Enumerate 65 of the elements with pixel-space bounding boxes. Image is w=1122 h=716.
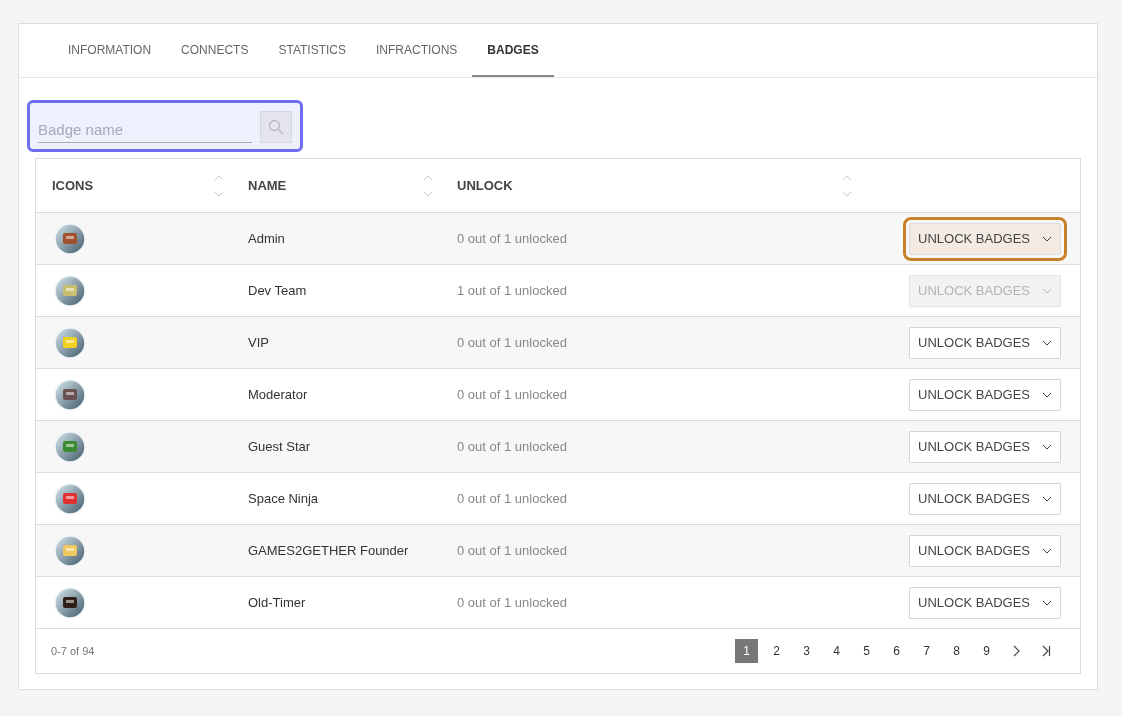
column-header[interactable]: NAME	[248, 175, 287, 196]
chevron-down-icon	[1042, 287, 1052, 294]
sort-icon[interactable]	[423, 173, 433, 198]
unlock-status: 0 out of 1 unlocked	[457, 490, 567, 506]
badge-name: Space Ninja	[248, 490, 319, 506]
column-header[interactable]: ICONS	[52, 175, 94, 196]
unlock-status: 0 out of 1 unlocked	[457, 230, 567, 246]
unlock-status: 0 out of 1 unlocked	[457, 594, 567, 610]
page-button[interactable]: 5	[855, 639, 878, 663]
unlock-badges-dropdown[interactable]: UNLOCK BADGES	[909, 534, 1061, 567]
badge-name: Old-Timer	[248, 594, 306, 610]
last-page-icon	[1042, 645, 1051, 657]
chevron-down-icon	[1042, 495, 1052, 502]
tab[interactable]: CONNECTS	[166, 24, 264, 77]
tab[interactable]: INFRACTIONS	[361, 24, 473, 77]
page-button[interactable]: 1	[735, 639, 758, 663]
page-button[interactable]: 2	[765, 639, 788, 663]
page-button[interactable]: 3	[795, 639, 818, 663]
badge-icon	[54, 534, 86, 567]
badge-name: Admin	[248, 230, 285, 246]
unlock-badges-dropdown[interactable]: UNLOCK BADGES	[909, 482, 1061, 515]
tab[interactable]: INFORMATION	[53, 24, 167, 77]
sort-icon[interactable]	[842, 173, 852, 198]
search-icon	[268, 119, 284, 135]
badge-name: Dev Team	[248, 282, 307, 298]
badge-name: Guest Star	[248, 438, 311, 454]
unlock-badges-dropdown[interactable]: UNLOCK BADGES	[909, 586, 1061, 619]
search-field[interactable]: Badge name	[27, 100, 303, 152]
unlock-status: 1 out of 1 unlocked	[457, 282, 567, 298]
chevron-down-icon	[1042, 235, 1052, 242]
badge-icon	[54, 222, 86, 255]
unlock-badges-dropdown[interactable]: UNLOCK BADGES	[909, 430, 1061, 463]
page-button[interactable]: 9	[975, 639, 998, 663]
badge-icon	[54, 430, 86, 463]
unlock-badges-dropdown[interactable]: UNLOCK BADGES	[909, 378, 1061, 411]
unlock-status: 0 out of 1 unlocked	[457, 334, 567, 350]
tab[interactable]: BADGES	[472, 24, 554, 77]
tab[interactable]: STATISTICS	[263, 24, 361, 77]
page-range: 0-7 of 94	[51, 643, 95, 659]
badge-icon	[54, 378, 86, 411]
search-button[interactable]	[260, 111, 292, 143]
badge-name: Moderator	[248, 386, 308, 402]
chevron-down-icon	[1042, 443, 1052, 450]
input-field[interactable]: Badge name	[38, 118, 252, 143]
unlock-status: 0 out of 1 unlocked	[457, 386, 567, 402]
page-button[interactable]: 6	[885, 639, 908, 663]
badge-name: GAMES2GETHER Founder	[248, 542, 409, 558]
badge-icon	[54, 586, 86, 619]
page-button[interactable]: 4	[825, 639, 848, 663]
chevron-down-icon	[1042, 391, 1052, 398]
sort-icon[interactable]	[214, 173, 224, 198]
badge-icon	[54, 326, 86, 359]
unlock-badges-dropdown[interactable]: UNLOCK BADGES	[909, 326, 1061, 359]
unlock-status: 0 out of 1 unlocked	[457, 542, 567, 558]
badge-icon	[54, 274, 86, 307]
chevron-right-icon	[1013, 645, 1020, 657]
badge-icon	[54, 482, 86, 515]
column-header[interactable]: UNLOCK	[457, 175, 513, 196]
badge-name: VIP	[248, 334, 269, 350]
chevron-down-icon	[1042, 547, 1052, 554]
chevron-down-icon	[1042, 599, 1052, 606]
unlock-status: 0 out of 1 unlocked	[457, 438, 567, 454]
page-button[interactable]: 8	[945, 639, 968, 663]
chevron-down-icon	[1042, 339, 1052, 346]
page-button[interactable]: 7	[915, 639, 938, 663]
